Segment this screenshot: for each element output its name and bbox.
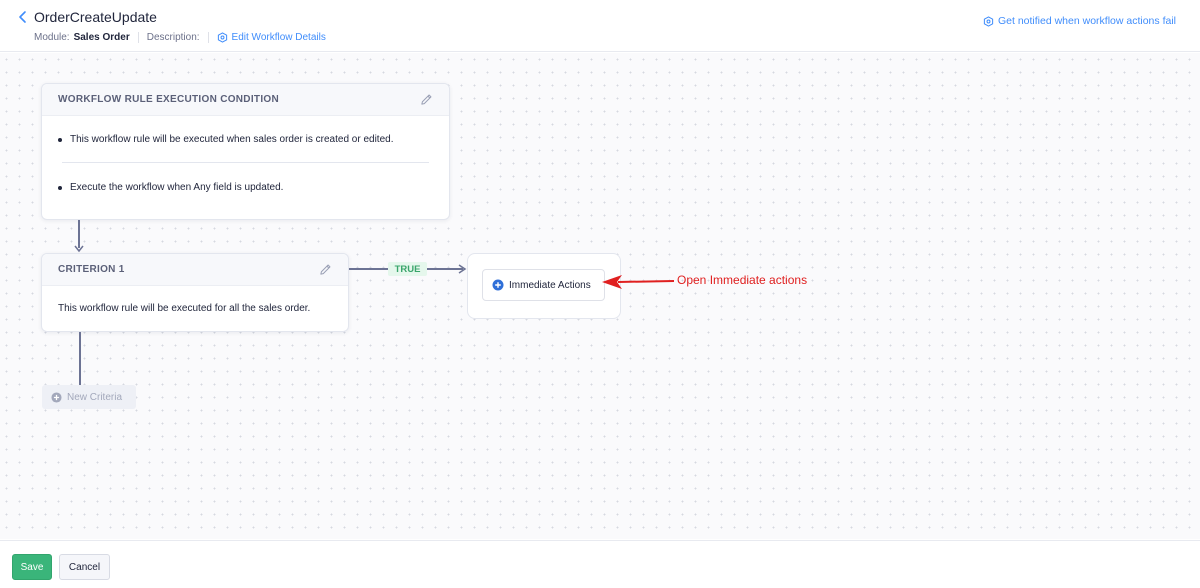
save-button[interactable]: Save	[12, 554, 52, 580]
immediate-actions-label: Immediate Actions	[509, 279, 591, 291]
criterion-card: CRITERION 1 This workflow rule will be e…	[41, 253, 349, 332]
workflow-meta: Module: Sales Order Description: Edit Wo…	[34, 32, 326, 43]
criterion-header: CRITERION 1	[42, 254, 348, 286]
flow-connector	[349, 268, 388, 270]
notify-on-failure-link[interactable]: Get notified when workflow actions fail	[983, 15, 1176, 27]
hexagon-settings-icon	[983, 15, 994, 27]
new-criteria-button[interactable]: New Criteria	[42, 385, 136, 409]
flow-connector	[78, 220, 80, 248]
annotation-arrow-icon	[602, 275, 675, 289]
plus-circle-icon	[492, 279, 504, 291]
new-criteria-label: New Criteria	[67, 391, 123, 403]
page-title: OrderCreateUpdate	[34, 9, 157, 25]
annotation-text: Open Immediate actions	[677, 273, 808, 287]
edit-workflow-details-link[interactable]: Edit Workflow Details	[217, 32, 326, 43]
execution-condition-title: WORKFLOW RULE EXECUTION CONDITION	[58, 94, 279, 105]
description-label: Description:	[146, 32, 200, 43]
arrow-right-icon	[458, 264, 467, 274]
notify-on-failure-label: Get notified when workflow actions fail	[997, 15, 1176, 27]
cancel-button[interactable]: Cancel	[59, 554, 110, 580]
flow-connector	[79, 332, 81, 385]
execution-condition-card: WORKFLOW RULE EXECUTION CONDITION This w…	[41, 83, 450, 220]
pencil-icon[interactable]	[319, 263, 332, 276]
edit-workflow-details-label: Edit Workflow Details	[231, 32, 326, 43]
criterion-description: This workflow rule will be executed for …	[58, 303, 311, 314]
execution-condition-line: Execute the workflow when Any field is u…	[57, 182, 284, 193]
arrow-down-icon	[74, 245, 84, 253]
chevron-left-icon[interactable]	[16, 9, 30, 25]
execution-condition-header: WORKFLOW RULE EXECUTION CONDITION	[42, 84, 449, 116]
execution-condition-line: This workflow rule will be executed when…	[58, 134, 394, 145]
module-value: Sales Order	[73, 32, 130, 43]
hexagon-settings-icon	[217, 32, 227, 43]
page-footer: Save Cancel	[0, 540, 1200, 588]
divider	[207, 32, 209, 43]
module-label: Module:	[34, 32, 70, 43]
criterion-title: CRITERION 1	[58, 264, 125, 275]
immediate-actions-button[interactable]: Immediate Actions	[482, 269, 605, 301]
plus-circle-icon	[51, 391, 62, 403]
pencil-icon[interactable]	[420, 93, 433, 106]
divider	[137, 32, 139, 43]
true-branch-badge: TRUE	[388, 262, 427, 276]
page-header: OrderCreateUpdate Module: Sales Order De…	[0, 0, 1200, 52]
divider	[62, 162, 429, 163]
